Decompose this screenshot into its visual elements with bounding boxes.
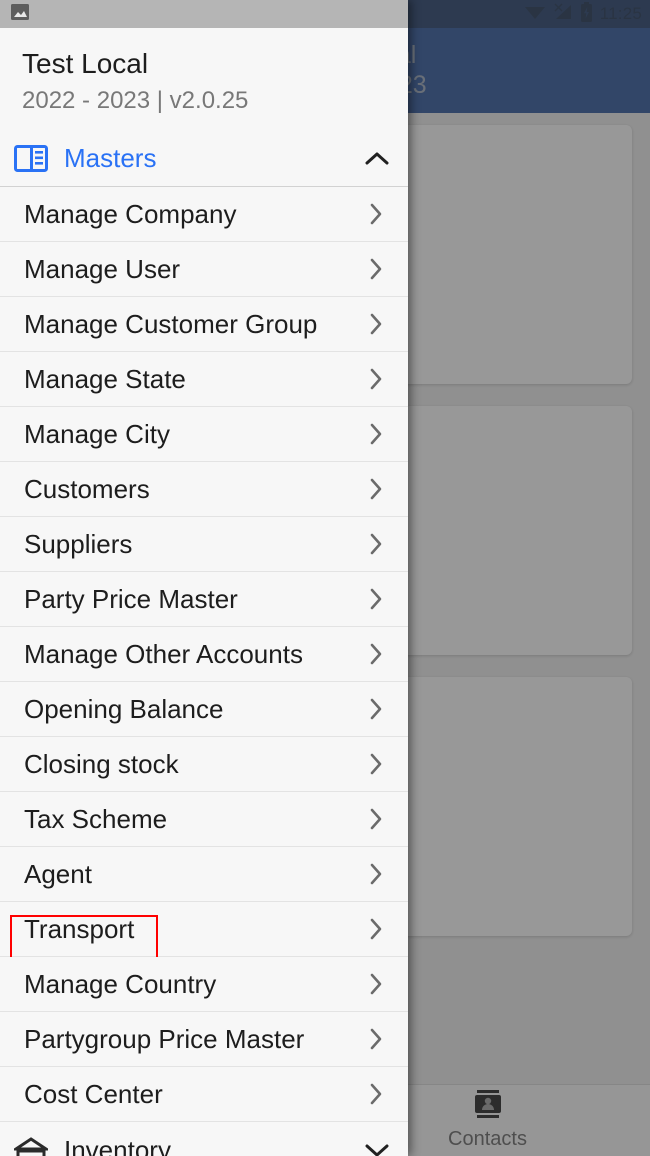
drawer-item-label: Transport (24, 913, 135, 944)
drawer-item[interactable]: Suppliers (0, 517, 408, 573)
drawer-item[interactable]: Partygroup Price Master (0, 1012, 408, 1068)
drawer-item-list: Manage Company Manage User Manage Customer… (0, 187, 408, 1123)
drawer-item-label: Manage User (24, 253, 181, 284)
chevron-right-icon[interactable] (366, 642, 386, 666)
drawer-item-label: Manage State (24, 363, 186, 394)
chevron-right-icon[interactable] (366, 477, 386, 501)
wifi-icon (524, 3, 546, 26)
drawer-item-label: Suppliers (24, 528, 133, 559)
chevron-right-icon[interactable] (366, 1082, 386, 1106)
drawer-item[interactable]: Party Price Master (0, 572, 408, 628)
drawer-item[interactable]: Cost Center (0, 1067, 408, 1123)
drawer-item-label: Manage Other Accounts (24, 638, 303, 669)
chevron-right-icon[interactable] (366, 807, 386, 831)
drawer-item-label: Closing stock (24, 748, 179, 779)
drawer-item-label: Manage City (24, 418, 170, 449)
chevron-right-icon[interactable] (366, 1027, 386, 1051)
drawer-item-label: Partygroup Price Master (24, 1023, 305, 1054)
drawer-item[interactable]: Manage Company (0, 187, 408, 243)
drawer-item-label: Manage Country (24, 968, 217, 999)
drawer-item-label: Manage Company (24, 198, 237, 229)
drawer-header: Test Local 2022 - 2023 | v2.0.25 (0, 28, 408, 132)
chevron-right-icon[interactable] (366, 917, 386, 941)
drawer-section-label: Inventory (64, 1134, 171, 1156)
drawer-item-label: Customers (24, 473, 150, 504)
drawer-item[interactable]: Manage User (0, 242, 408, 298)
drawer-item[interactable]: Manage State (0, 352, 408, 408)
drawer-item-label: Cost Center (24, 1078, 163, 1109)
chevron-up-icon[interactable] (364, 151, 390, 166)
status-bar-time: 11:25 (599, 4, 642, 23)
drawer-section-inventory[interactable]: Inventory (0, 1122, 408, 1156)
drawer-item[interactable]: Transport (0, 902, 408, 960)
chevron-right-icon[interactable] (366, 752, 386, 776)
article-panes-icon (14, 145, 52, 173)
chevron-right-icon[interactable] (366, 257, 386, 281)
chevron-right-icon[interactable] (366, 862, 386, 886)
chevron-right-icon[interactable] (366, 422, 386, 446)
drawer-title: Test Local (22, 48, 149, 79)
inventory-box-icon (14, 1136, 52, 1156)
drawer-item[interactable]: Customers (0, 462, 408, 518)
navigation-drawer: Test Local 2022 - 2023 | v2.0.25 Masters (0, 0, 408, 1156)
drawer-item[interactable]: Tax Scheme (0, 792, 408, 848)
drawer-section-masters[interactable]: Masters (0, 131, 408, 188)
drawer-item[interactable]: Closing stock (0, 737, 408, 793)
drawer-item-label: Opening Balance (24, 693, 224, 724)
drawer-item-label: Agent (24, 858, 92, 889)
contact-card-icon (474, 1090, 502, 1123)
drawer-subtitle: 2022 - 2023 | v2.0.25 (22, 86, 249, 114)
image-placeholder-icon (10, 2, 30, 27)
chevron-right-icon[interactable] (366, 367, 386, 391)
nav-label: Contacts (448, 1128, 527, 1150)
battery-charging-icon (580, 1, 593, 27)
drawer-item-label: Manage Customer Group (24, 308, 318, 339)
drawer-status-bar (0, 0, 408, 28)
drawer-item[interactable]: Manage City (0, 407, 408, 463)
drawer-section-label: Masters (64, 143, 157, 174)
drawer-item-label: Tax Scheme (24, 803, 168, 834)
drawer-item[interactable]: Manage Other Accounts (0, 627, 408, 683)
chevron-right-icon[interactable] (366, 587, 386, 611)
drawer-item[interactable]: Manage Country (0, 957, 408, 1013)
drawer-item-label: Party Price Master (24, 583, 238, 614)
drawer-item[interactable]: Opening Balance (0, 682, 408, 738)
chevron-right-icon[interactable] (366, 697, 386, 721)
drawer-item[interactable]: Agent (0, 847, 408, 903)
cellular-off-icon (553, 3, 573, 26)
chevron-right-icon[interactable] (366, 972, 386, 996)
chevron-right-icon[interactable] (366, 312, 386, 336)
chevron-right-icon[interactable] (366, 532, 386, 556)
drawer-item[interactable]: Manage Customer Group (0, 297, 408, 353)
chevron-right-icon[interactable] (366, 202, 386, 226)
chevron-down-icon[interactable] (364, 1143, 390, 1156)
mobile-screen: 11:25 Test Local 2022 - 2023 (0, 0, 650, 1156)
